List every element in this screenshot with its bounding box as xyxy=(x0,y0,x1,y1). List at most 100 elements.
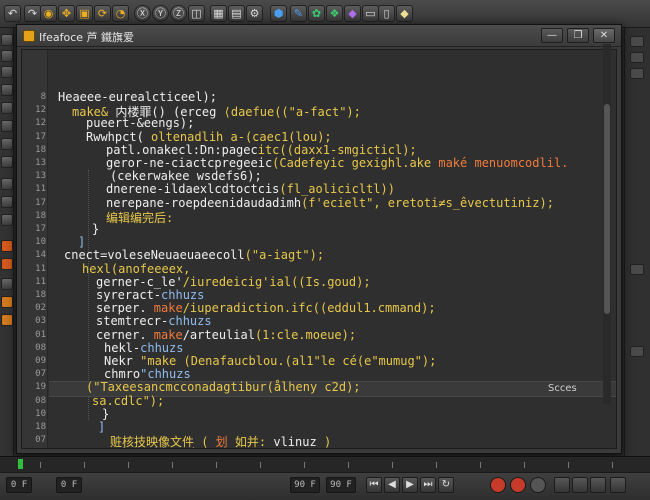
play-backward-button[interactable]: ◀ xyxy=(384,477,400,493)
play-button[interactable]: ▶ xyxy=(402,477,418,493)
script-icon xyxy=(23,30,35,42)
window-titlebar[interactable]: Ifeafoce 芦 鐵旗爱 — ❐ ✕ xyxy=(17,25,621,47)
cloner-button[interactable]: ❖ xyxy=(326,5,343,22)
scale-key-button[interactable] xyxy=(572,477,588,493)
x-axis-button[interactable]: Ⓧ xyxy=(134,5,151,22)
rotate-tool-button[interactable]: ⟳ xyxy=(94,5,111,22)
position-key-button[interactable] xyxy=(554,477,570,493)
go-to-start-button[interactable]: ⏮ xyxy=(366,477,382,493)
scrollbar-thumb[interactable] xyxy=(604,104,610,314)
undo-button[interactable]: ↶ xyxy=(4,5,21,22)
close-button[interactable]: ✕ xyxy=(593,28,615,43)
coordinate-system-button[interactable]: ◫ xyxy=(188,5,205,22)
current-frame-field[interactable]: 0 F xyxy=(56,477,82,493)
code-editor[interactable]: 8 12 12 17 18 13 13 11 17 18 17 10 14 11 11 18 02 03 01 08 0… xyxy=(21,49,617,449)
texture-mode-button[interactable] xyxy=(1,66,13,78)
render-picture-viewer-button[interactable]: ▤ xyxy=(228,5,245,22)
code-line[interactable]: geror-ne-ciactcpregeeic(Cadefeyic gexigh… xyxy=(106,156,568,170)
minimize-button[interactable]: — xyxy=(541,28,563,43)
edges-mode-button[interactable] xyxy=(1,102,13,114)
workplane-button[interactable] xyxy=(1,196,13,208)
code-line[interactable]: serper. make/iuperadiction.ifc((eddul1.c… xyxy=(96,301,436,315)
code-line[interactable]: Pedtmcchhuzs) xyxy=(104,446,198,448)
timeline-ruler[interactable] xyxy=(0,456,650,472)
redo-button[interactable]: ↷ xyxy=(24,5,41,22)
loop-button[interactable]: ↻ xyxy=(438,477,454,493)
restore-button[interactable]: ❐ xyxy=(567,28,589,43)
paint-tool-button[interactable] xyxy=(1,296,13,308)
code-line[interactable]: gerner-c_le'/iuredeicig'ial((Is.goud); xyxy=(96,275,371,289)
brush-tool-button[interactable] xyxy=(1,240,13,252)
preview-end-field[interactable]: 90 F xyxy=(290,477,320,493)
cube-button[interactable]: ⬢ xyxy=(270,5,287,22)
panel-button[interactable] xyxy=(630,264,644,275)
code-line[interactable]: Heaeee-eurealcticeel); xyxy=(58,90,217,104)
code-line[interactable]: pueert-&eengs); xyxy=(86,116,194,130)
code-token: (Denafaucblou.(al1"le cé(e"mumug"); xyxy=(176,354,437,368)
axis-mode-button[interactable] xyxy=(1,156,13,168)
live-selection-button[interactable]: ◉ xyxy=(40,5,57,22)
scale-tool-button[interactable]: ▣ xyxy=(76,5,93,22)
code-line[interactable]: hekl-chhuzs xyxy=(104,341,183,355)
timeline-menu-button[interactable] xyxy=(610,477,626,493)
move-tool-button[interactable]: ✥ xyxy=(58,5,75,22)
z-axis-button[interactable]: Ⓩ xyxy=(170,5,187,22)
start-frame-field[interactable]: 0 F xyxy=(6,477,32,493)
time-slider-marker[interactable] xyxy=(18,459,23,469)
code-line[interactable]: } xyxy=(102,407,109,421)
go-to-end-button[interactable]: ⏭ xyxy=(420,477,436,493)
code-line[interactable]: hexl(anofeeeex, xyxy=(82,262,190,276)
code-line[interactable]: nerepane-roepdeenidaudadimh(f'ecielt", e… xyxy=(106,196,554,210)
undo-icon: ↶ xyxy=(7,7,18,20)
light-button[interactable]: ◆ xyxy=(396,5,413,22)
code-line[interactable]: ] xyxy=(78,235,85,249)
code-line[interactable]: ("Taxeesancmcconadagtibur(ålheny c2d); xyxy=(86,380,361,394)
camera-button[interactable]: ▯ xyxy=(378,5,395,22)
subdivision-button[interactable]: ✿ xyxy=(308,5,325,22)
autocomplete-hint[interactable]: Scces xyxy=(548,383,577,394)
rotation-key-button[interactable] xyxy=(590,477,606,493)
panel-button[interactable] xyxy=(630,36,644,47)
solo-button[interactable] xyxy=(1,278,13,290)
scene-button[interactable]: ▭ xyxy=(362,5,379,22)
code-line[interactable]: } xyxy=(92,222,99,236)
panel-button[interactable] xyxy=(630,346,644,357)
code-line[interactable]: dnerene-ildaexlcdtoctcis(fl_aolicicltl)) xyxy=(106,182,395,196)
record-active-objects-button[interactable] xyxy=(490,477,506,493)
line-number: 14 xyxy=(35,250,46,261)
sculpt-tool-button[interactable] xyxy=(1,258,13,270)
lock-workplane-button[interactable] xyxy=(1,214,13,226)
render-settings-button[interactable]: ⚙ xyxy=(246,5,263,22)
code-token: itc((daxx1-smgicticl); xyxy=(257,142,417,157)
snap-button[interactable] xyxy=(1,178,13,190)
code-line[interactable]: (cekerwakee wsdefs6); xyxy=(110,169,262,183)
model-mode-button[interactable] xyxy=(1,50,13,62)
spline-pen-button[interactable]: ✎ xyxy=(290,5,307,22)
keyframe-selection-button[interactable] xyxy=(530,477,546,493)
code-line[interactable]: Rwwhpct( oltenadlih a-(caec1(lou); xyxy=(86,130,332,144)
code-line[interactable]: Nekr "make (Denafaucblou.(al1"le cé(e"mu… xyxy=(104,354,436,368)
recent-tools-button[interactable]: ◔ xyxy=(112,5,129,22)
code-line[interactable]: 编辑编完后: xyxy=(106,209,173,226)
code-line[interactable]: ] xyxy=(98,420,105,434)
code-line[interactable]: chmro"chhuzs xyxy=(104,367,191,381)
y-axis-button[interactable]: Ⓨ xyxy=(152,5,169,22)
panel-button[interactable] xyxy=(630,52,644,63)
panel-button[interactable] xyxy=(630,68,644,79)
code-line[interactable]: stemtrecr-chhuzs xyxy=(96,314,212,328)
end-frame-field[interactable]: 90 F xyxy=(326,477,356,493)
make-editable-button[interactable] xyxy=(1,34,13,46)
vertical-scrollbar[interactable] xyxy=(603,44,611,404)
code-line[interactable]: cnect=voleseNeuaeuaeecoll("a-iagt"); xyxy=(64,248,324,262)
code-line[interactable]: cerner. make/arteulial(1:cle.moeue); xyxy=(96,328,356,342)
autokey-button[interactable] xyxy=(510,477,526,493)
smooth-tool-button[interactable] xyxy=(1,314,13,326)
code-line[interactable]: patl.onakecl:Dn:pagecitc((daxx1-smgictic… xyxy=(106,143,417,157)
polygons-mode-button[interactable] xyxy=(1,120,13,132)
points-mode-button[interactable] xyxy=(1,84,13,96)
render-view-button[interactable]: ▦ xyxy=(210,5,227,22)
deformer-button[interactable]: ◆ xyxy=(344,5,361,22)
code-line[interactable]: sa.cdlc"); xyxy=(92,394,164,408)
code-line[interactable]: syreract-chhuzs xyxy=(96,288,204,302)
uv-mode-button[interactable] xyxy=(1,138,13,150)
